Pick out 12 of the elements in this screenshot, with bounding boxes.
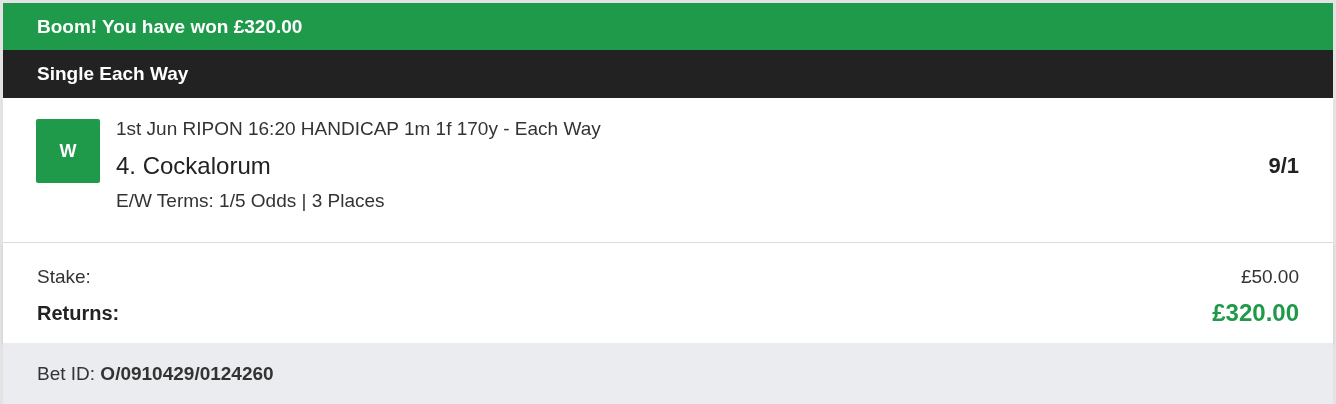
bet-id-text: Bet ID: O/0910429/0124260: [37, 362, 274, 385]
result-badge: W: [36, 119, 100, 183]
total-label: Returns:: [37, 301, 120, 325]
terms-text: E/W Terms: 1/5 Odds | 3 Places: [116, 190, 386, 212]
runner-name: 4. Cockalorum: [116, 152, 271, 180]
total-label: Stake:: [37, 266, 91, 288]
odds-text: 9/1: [1268, 153, 1299, 179]
total-value: £50.00: [1240, 266, 1299, 288]
bet-type-header: Single Each Way: [3, 50, 1333, 98]
event-text: 1st Jun RIPON 16:20 HANDICAP 1m 1f 170y - Each Way: [116, 118, 602, 140]
total-value: £320.00: [1212, 299, 1299, 327]
win-banner: Boom! You have won £320.00: [3, 0, 1333, 50]
